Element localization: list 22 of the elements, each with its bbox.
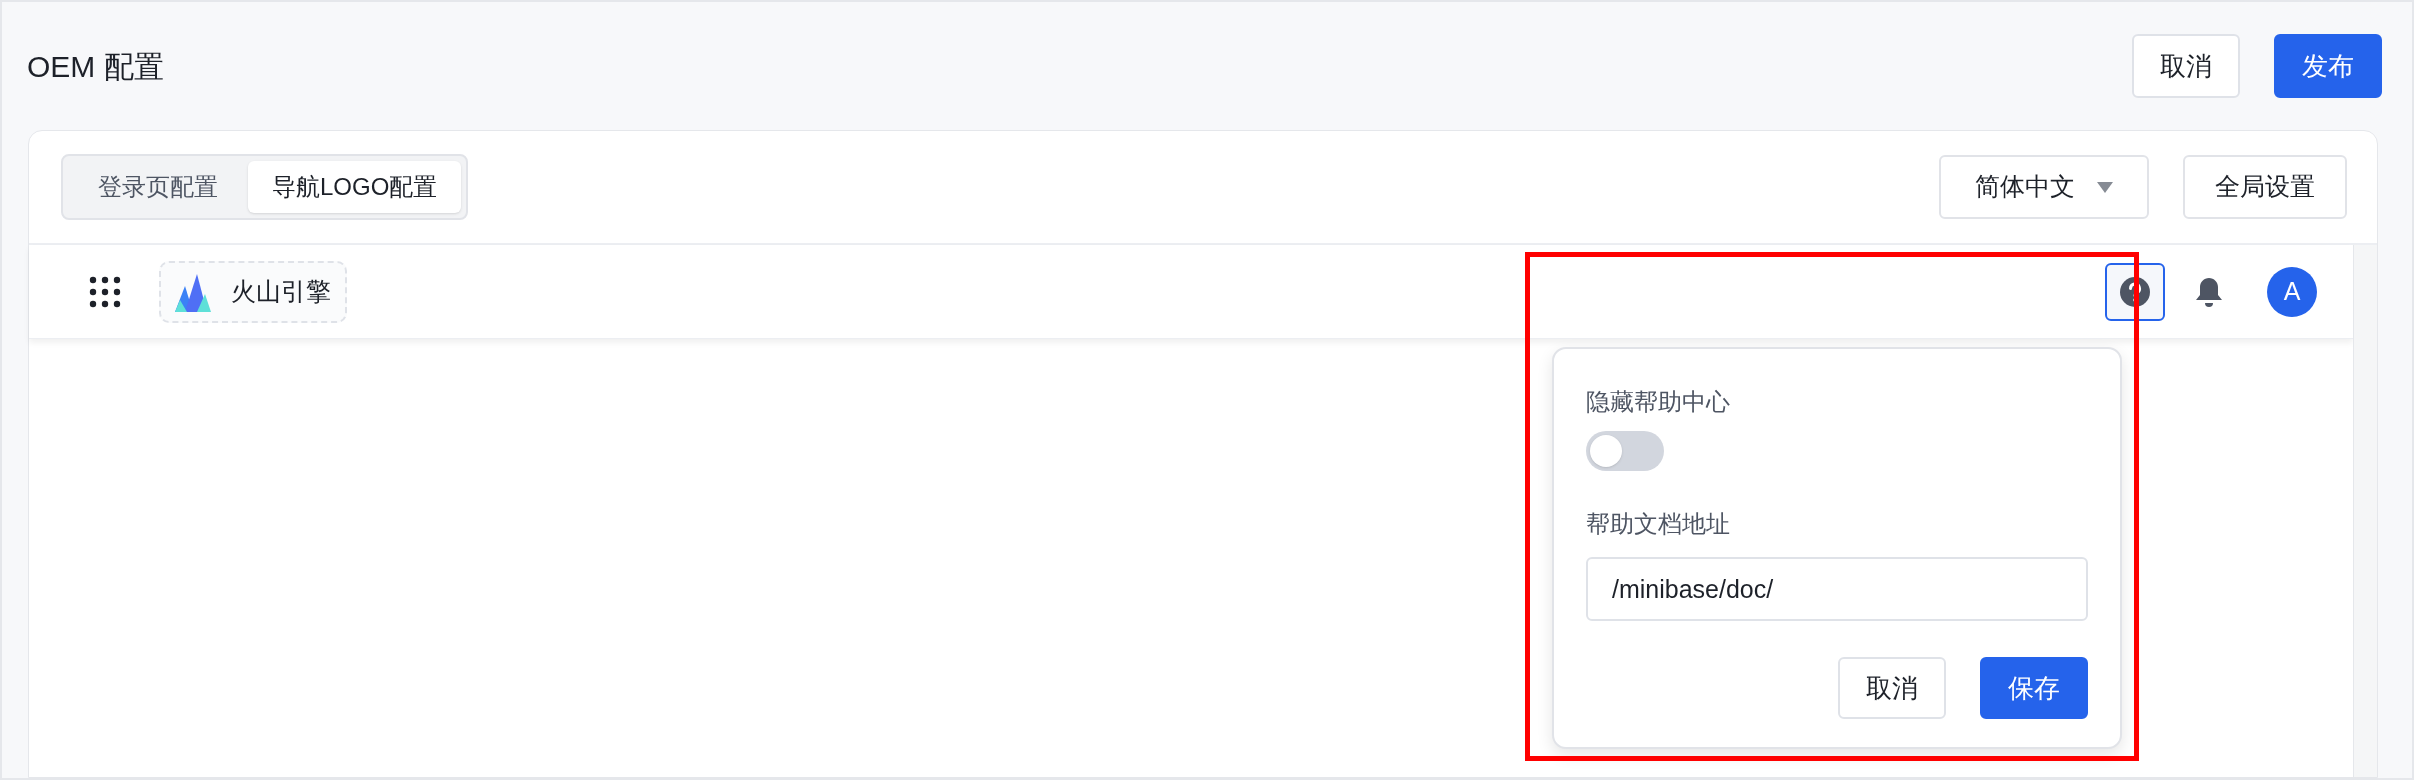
user-avatar[interactable]: A: [2267, 266, 2317, 317]
caret-icon: [2097, 181, 2113, 193]
help-icon: [2119, 275, 2151, 308]
primary-button[interactable]: 发布: [2274, 34, 2382, 98]
grid-menu-icon[interactable]: [89, 275, 121, 308]
logo-box[interactable]: 火山引擎: [159, 260, 347, 323]
global-settings-button[interactable]: 全局设置: [2183, 155, 2347, 219]
scrollbar[interactable]: [2353, 245, 2377, 777]
language-select[interactable]: 简体中文: [1939, 155, 2149, 219]
field-label: 隐藏帮助中心: [1586, 387, 1731, 417]
page-title: OEM 配置: [27, 48, 164, 85]
cancel-button[interactable]: 取消: [1838, 657, 1946, 719]
tab[interactable]: 登录页配置: [68, 161, 248, 213]
primary-button[interactable]: 保存: [1980, 657, 2088, 719]
bell-icon[interactable]: [2195, 275, 2223, 308]
url-input-field[interactable]: /minibase/doc/: [1586, 557, 2088, 621]
cancel-button[interactable]: 取消: [2132, 34, 2240, 98]
tab[interactable]: 导航LOGO配置: [248, 161, 462, 213]
toggle-switch[interactable]: [1586, 431, 1664, 471]
logo-text: 火山引擎: [231, 275, 331, 307]
field-label: 帮助文档地址: [1586, 509, 1731, 539]
help-button[interactable]: [2105, 262, 2165, 321]
